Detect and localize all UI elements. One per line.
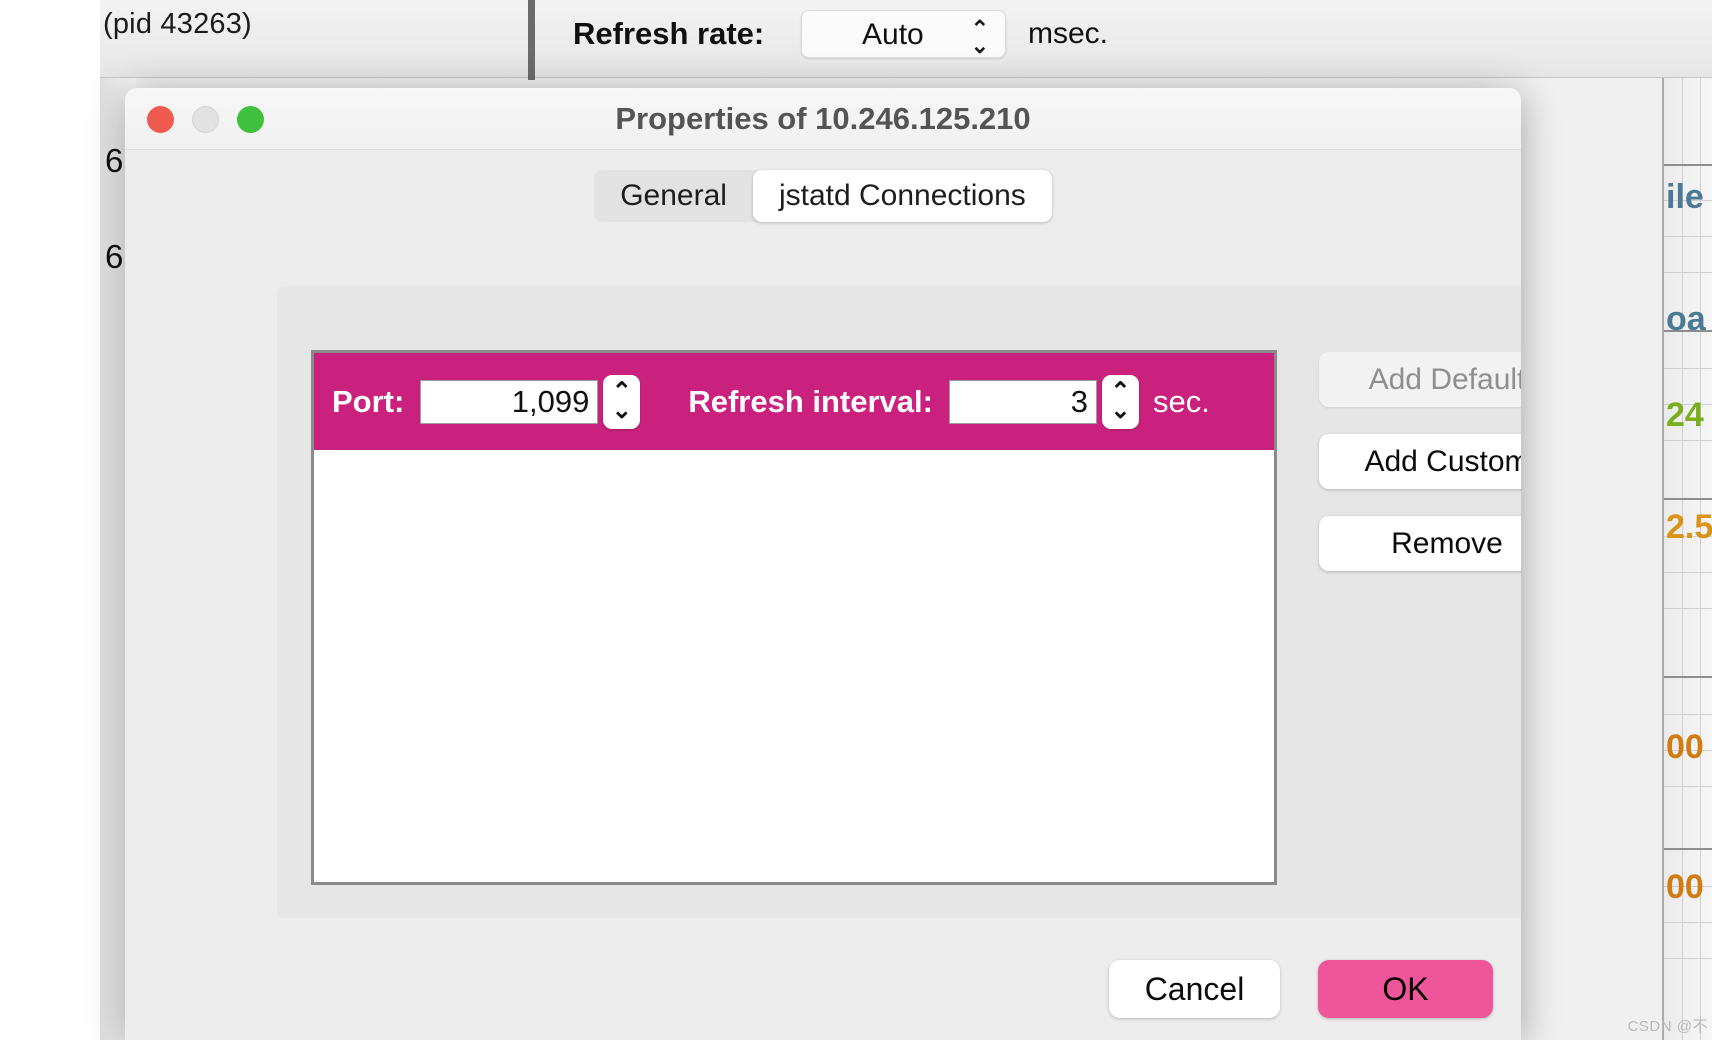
up-down-chevron-icon[interactable]: ⌃ ⌄ — [971, 17, 989, 56]
chart-sliver-label: oa — [1666, 300, 1706, 338]
tab-group: General jstatd Connections — [594, 170, 1052, 222]
port-stepper[interactable]: ⌃ ⌄ — [603, 374, 641, 429]
watermark-label: CSDN @不 — [1627, 1018, 1708, 1035]
port-input[interactable]: 1,099 — [420, 379, 599, 424]
background-left-strip — [0, 0, 100, 1040]
refresh-interval-input[interactable]: 3 — [948, 379, 1097, 424]
chart-sliver-label: 00 — [1666, 868, 1704, 906]
process-id-label: (pid 43263) — [103, 8, 252, 40]
refresh-interval-unit-label: sec. — [1152, 383, 1210, 419]
refresh-interval-stepper[interactable]: ⌃ ⌄ — [1101, 374, 1139, 429]
axis-tick-label: 6 — [105, 238, 124, 275]
connections-list[interactable]: Port: 1,099 ⌃ ⌄ Refresh interval: 3 ⌃ ⌄ se… — [311, 350, 1277, 885]
dialog-title: Properties of 10.246.125.210 — [615, 101, 1031, 136]
dialog-footer: Cancel OK — [125, 922, 1521, 1040]
properties-dialog: Properties of 10.246.125.210 General jst… — [125, 88, 1521, 1040]
toolbar-divider — [528, 0, 535, 80]
connection-row[interactable]: Port: 1,099 ⌃ ⌄ Refresh interval: 3 ⌃ ⌄ se… — [314, 353, 1274, 450]
tab-jstatd-connections[interactable]: jstatd Connections — [752, 170, 1052, 222]
chart-sliver-label: 00 — [1666, 728, 1704, 766]
dialog-tabbar: General jstatd Connections — [125, 150, 1521, 242]
chart-sliver-label: 2.5 — [1666, 508, 1712, 546]
screen-root: 6 6 ile oa 24 2.5 00 00 (pid 43263) Refr… — [0, 0, 1712, 1040]
add-default-button[interactable]: Add Default — [1319, 352, 1521, 407]
connection-actions: Add Default Add Custom Remove — [1319, 352, 1521, 571]
dialog-footer-buttons: Cancel OK — [1109, 960, 1493, 1018]
port-label: Port: — [332, 383, 405, 419]
refresh-rate-unit-label: msec. — [1028, 17, 1109, 50]
refresh-rate-label: Refresh rate: — [573, 16, 765, 51]
ok-button[interactable]: OK — [1318, 960, 1493, 1018]
jstatd-connections-pane: Port: 1,099 ⌃ ⌄ Refresh interval: 3 ⌃ ⌄ se… — [277, 286, 1521, 918]
refresh-interval-label: Refresh interval: — [688, 383, 933, 419]
tab-general[interactable]: General — [594, 170, 753, 222]
refresh-rate-value: Auto — [862, 18, 924, 51]
remove-button[interactable]: Remove — [1319, 516, 1521, 571]
axis-tick-label: 6 — [105, 142, 124, 179]
background-chart-sliver: ile oa 24 2.5 00 00 — [1630, 78, 1712, 1040]
chart-sliver-label: 24 — [1666, 396, 1704, 434]
dialog-titlebar[interactable]: Properties of 10.246.125.210 — [125, 88, 1521, 150]
chart-sliver-label: ile — [1666, 178, 1704, 216]
add-custom-button[interactable]: Add Custom — [1319, 434, 1521, 489]
cancel-button[interactable]: Cancel — [1109, 960, 1280, 1018]
refresh-rate-select[interactable]: Auto ⌃ ⌄ — [801, 10, 1006, 58]
